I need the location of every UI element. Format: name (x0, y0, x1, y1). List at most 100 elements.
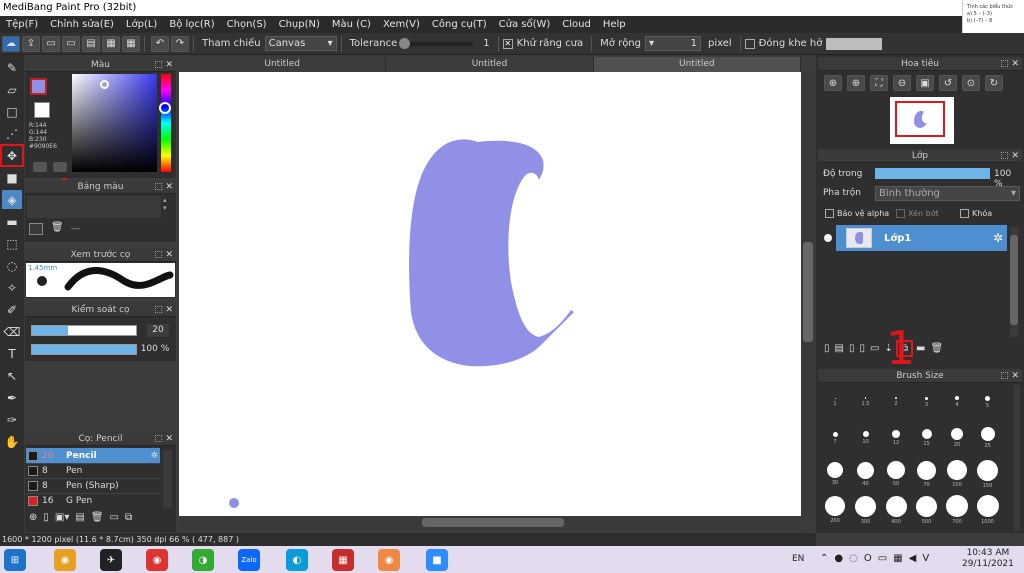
close-icon[interactable]: ⬚ ✕ (1000, 57, 1019, 71)
menu-tools[interactable]: Công cụ(T) (426, 19, 493, 30)
brush-size-option[interactable]: 20 (942, 423, 972, 448)
brush-size-option[interactable]: 50 (881, 459, 911, 487)
background-color-swatch[interactable] (34, 102, 50, 118)
comment-icon[interactable]: ▭ (62, 35, 80, 52)
foreground-color-swatch[interactable] (30, 78, 47, 95)
brush-size-option[interactable]: 70 (912, 459, 942, 488)
brush-size-option[interactable]: 2 (881, 387, 911, 407)
new-layer-2-icon[interactable]: ▤ (835, 343, 844, 354)
scroll-thumb[interactable] (1010, 235, 1018, 325)
chevron-up-icon[interactable]: ⌃ (820, 553, 828, 564)
new-layer-3-icon[interactable]: ▯ (849, 343, 855, 354)
reset-rotate-icon[interactable]: ⊙ (962, 75, 980, 91)
hand-icon[interactable]: ✋ (2, 432, 22, 451)
zalo-icon[interactable]: Zalo (238, 549, 260, 571)
undo-icon[interactable]: ↶ (151, 35, 169, 52)
tab-untitled-1[interactable]: Untitled (179, 57, 387, 72)
new-page-icon[interactable]: ▯ (43, 512, 49, 523)
dropper2-icon[interactable]: ✑ (2, 410, 22, 429)
brush-size-option[interactable]: 150 (973, 459, 1003, 489)
palette-swatches[interactable] (27, 196, 161, 218)
select-eraser-icon[interactable]: ⌫ (2, 322, 22, 341)
brush-item-g-pen[interactable]: 16 G Pen (26, 493, 160, 508)
menu-help[interactable]: Help (597, 19, 632, 30)
hue-slider[interactable] (159, 74, 171, 172)
brush-list-scrollbar[interactable] (163, 450, 172, 508)
layer-scrollbar[interactable] (1010, 227, 1018, 337)
menu-layer[interactable]: Lớp(L) (120, 19, 163, 30)
actual-size-icon[interactable]: ▣ (916, 75, 934, 91)
close-icon[interactable]: ⬚ ✕ (1000, 149, 1019, 163)
close-gap-slider[interactable] (826, 37, 883, 50)
fit-icon[interactable]: ⛶ (870, 75, 888, 91)
move-icon[interactable]: ✥ (0, 144, 24, 167)
start-icon[interactable]: ⊞ (4, 549, 26, 571)
folder-icon[interactable]: ▭ (870, 343, 879, 354)
volume-icon[interactable]: ◀ (909, 553, 917, 564)
vertical-scrollbar[interactable] (801, 72, 815, 516)
protect-alpha-option[interactable]: Bảo vệ alpha (825, 209, 889, 218)
close-gap-checkbox[interactable] (744, 38, 755, 49)
gradient-icon[interactable]: ▬ (2, 212, 22, 231)
brush-size-option[interactable]: 7 (820, 423, 850, 445)
picker-handle[interactable] (100, 80, 109, 89)
new-layer-4-icon[interactable]: ▯ (859, 343, 865, 354)
page-icon[interactable]: ▤ (82, 35, 100, 52)
battery-icon[interactable]: ▭ (878, 553, 887, 564)
menu-edit[interactable]: Chỉnh sửa(E) (44, 19, 120, 30)
layer-visibility-icon[interactable] (824, 234, 832, 242)
navigator-thumbnail[interactable] (890, 97, 954, 144)
menu-snap[interactable]: Chụp(N) (273, 19, 326, 30)
expand-input[interactable]: ▾ 1 (645, 36, 701, 51)
brush-size-option[interactable]: 3 (912, 387, 942, 408)
app-icon[interactable]: ◑ (192, 549, 214, 571)
brush-size-option[interactable]: 1000 (973, 495, 1003, 525)
brush-size-value[interactable]: 20 (147, 324, 169, 337)
brush-size-option[interactable]: 700 (942, 495, 972, 525)
pages-icon[interactable]: ▦ (102, 35, 120, 52)
color-mode-button[interactable] (33, 162, 47, 172)
horizontal-scrollbar[interactable] (179, 516, 801, 529)
zoom-out-icon[interactable]: ⊖ (893, 75, 911, 91)
move-down-icon[interactable]: ▬ (916, 343, 925, 354)
brush-size-scrollbar[interactable] (1014, 385, 1020, 531)
palette-scrollbar[interactable]: ▴ ▾ (163, 196, 173, 218)
brush-item-pen[interactable]: 8 Pen (26, 463, 160, 478)
drawing-canvas[interactable] (179, 72, 801, 516)
brush-size-option[interactable]: 10 (851, 423, 881, 445)
checkbox[interactable] (896, 209, 905, 218)
fill-rect-icon[interactable]: ■ (2, 168, 22, 187)
eraser-icon[interactable]: ▱ (2, 80, 22, 99)
app-icon[interactable]: ▦ (332, 549, 354, 571)
cloud-icon[interactable]: ☁ (2, 35, 20, 52)
redo-icon[interactable]: ↷ (171, 35, 189, 52)
lasso-icon[interactable]: ◌ (2, 256, 22, 275)
brush-size-option[interactable]: 200 (820, 495, 850, 524)
vietkey-icon[interactable]: V (922, 553, 929, 564)
brush-item-pen-sharp[interactable]: 8 Pen (Sharp) (26, 478, 160, 493)
slider-handle[interactable] (399, 37, 411, 49)
magic-wand-icon[interactable]: ✧ (2, 278, 22, 297)
rotate-left-icon[interactable]: ↺ (939, 75, 957, 91)
brush-size-slider[interactable] (31, 325, 137, 336)
copy-icon[interactable]: ▤ (75, 512, 84, 523)
gear-icon[interactable]: ✲ (993, 231, 1003, 245)
tray-app-icon[interactable]: ● (834, 553, 843, 564)
trash-icon[interactable]: 🗑 (91, 512, 104, 523)
rect-icon[interactable]: □ (2, 102, 22, 121)
layout-icon[interactable]: ▣▾ (55, 512, 69, 523)
tray-app-icon[interactable]: ◌ (849, 553, 858, 564)
eyedropper-icon[interactable]: ✒ (2, 388, 22, 407)
chat-icon[interactable]: ▭ (42, 35, 60, 52)
hue-handle[interactable] (159, 102, 171, 114)
brush-size-option[interactable]: 1 (820, 387, 850, 407)
language-indicator[interactable]: EN (792, 554, 804, 564)
menu-select[interactable]: Chọn(S) (221, 19, 273, 30)
select-rect-icon[interactable]: ⬚ (2, 234, 22, 253)
operation-icon[interactable]: ↖ (2, 366, 22, 385)
brush-size-option[interactable]: 1.5 (851, 387, 881, 407)
reference-select[interactable]: Canvas ▾ (264, 36, 337, 51)
scroll-thumb[interactable] (422, 518, 564, 527)
chrome-icon[interactable]: ◉ (146, 549, 168, 571)
brush-size-option[interactable]: 25 (973, 423, 1003, 449)
